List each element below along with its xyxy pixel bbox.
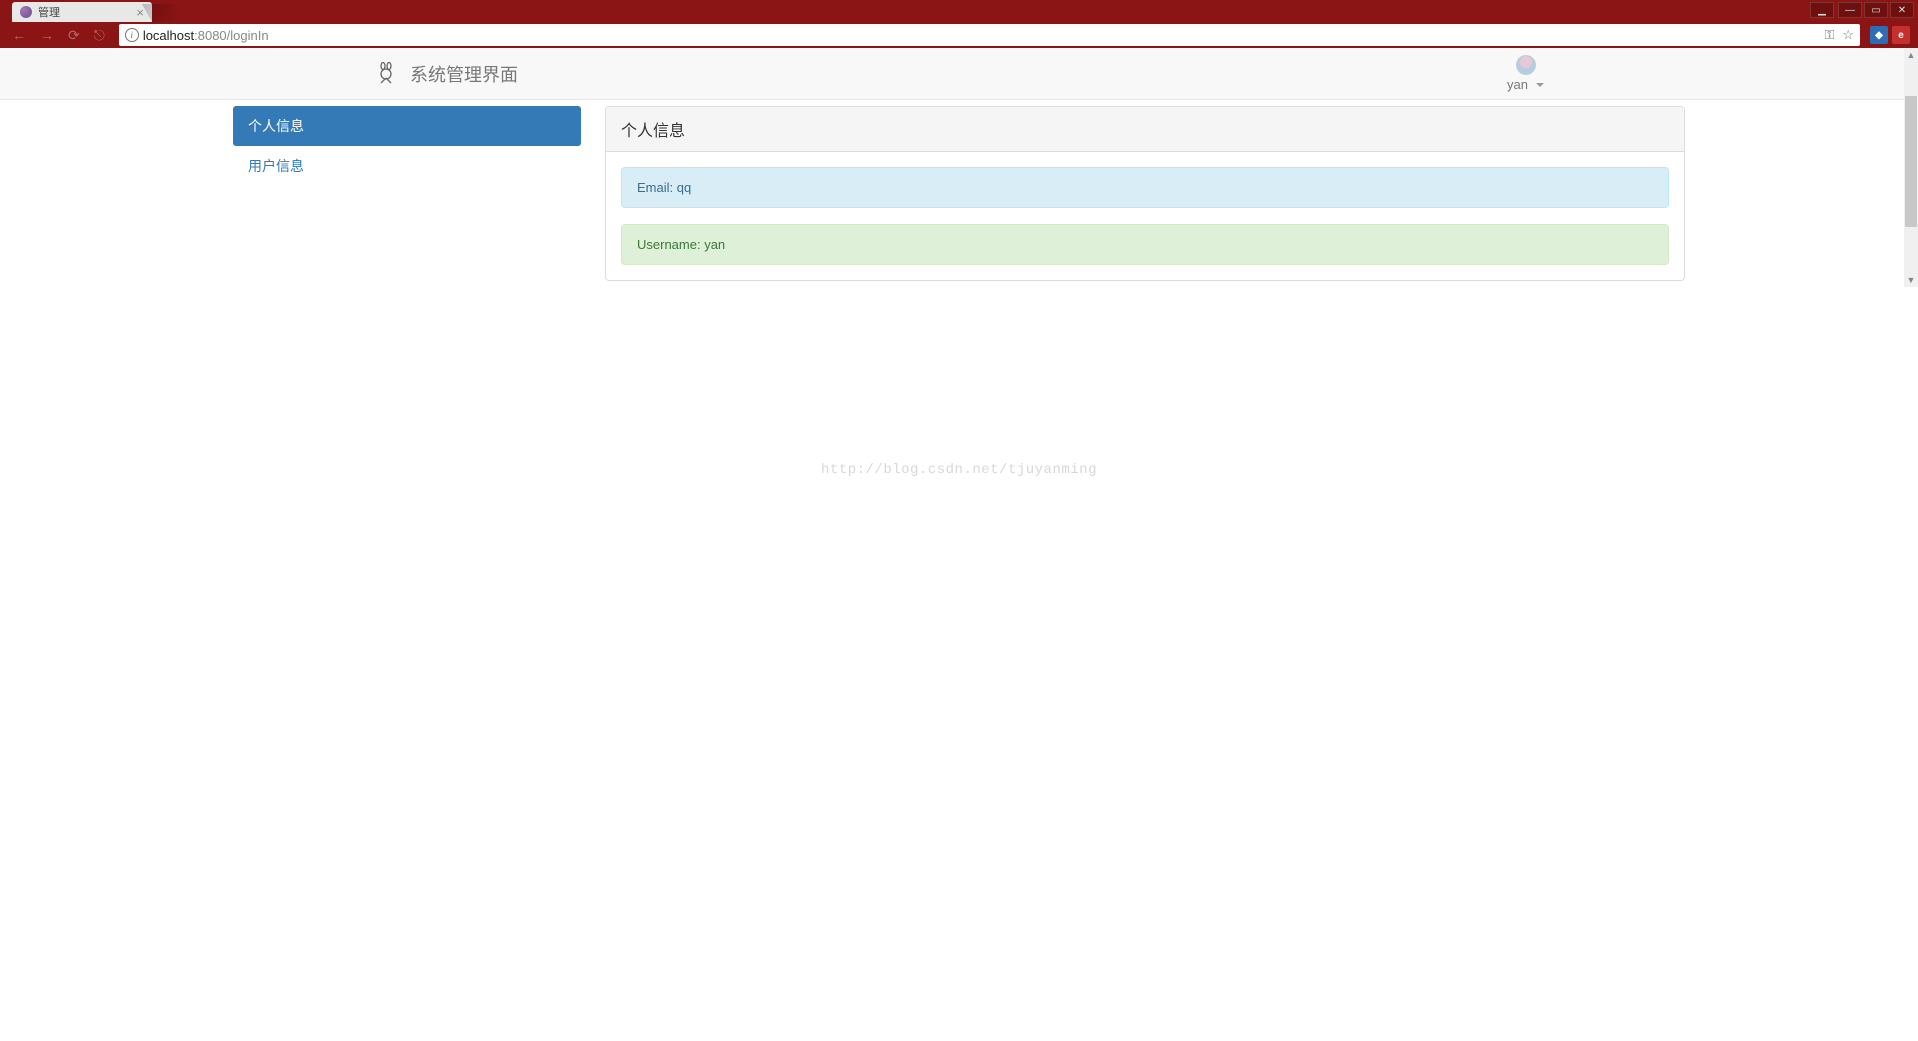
sidebar-item-label: 个人信息	[248, 118, 304, 134]
minimize-icon[interactable]: —	[1838, 2, 1862, 18]
user-window-icon[interactable]: ▁	[1810, 2, 1834, 18]
nav-icons: ← → ⟳ ⎋	[6, 27, 111, 44]
email-row: Email: qq	[621, 167, 1669, 208]
address-bar-row: ← → ⟳ ⎋ i localhost:8080/loginIn ⚿ ☆ ◆ e	[0, 22, 1918, 48]
extension-icon-2[interactable]: e	[1892, 26, 1910, 44]
user-name: yan	[1507, 77, 1528, 92]
window-controls: ▁ — ▭ ✕	[1810, 2, 1914, 18]
url-path: /loginIn	[227, 28, 269, 43]
tab-favicon-icon	[20, 6, 32, 18]
brand[interactable]: 系统管理界面	[374, 61, 518, 87]
brand-logo-icon	[374, 62, 398, 86]
extension-icon-1[interactable]: ◆	[1870, 26, 1888, 44]
top-navbar: 系统管理界面 yan	[0, 48, 1918, 100]
scroll-up-icon[interactable]: ▲	[1904, 48, 1918, 62]
reload-icon[interactable]: ⟳	[68, 27, 80, 44]
star-icon[interactable]: ☆	[1842, 27, 1854, 43]
sidebar: 个人信息 用户信息	[233, 106, 581, 281]
username-row: Username: yan	[621, 224, 1669, 265]
url-port: :8080	[194, 28, 227, 43]
home-icon[interactable]: ⎋	[94, 27, 105, 44]
sidebar-item-user-info[interactable]: 用户信息	[233, 146, 581, 186]
user-menu[interactable]: yan	[1507, 55, 1544, 92]
panel-title: 个人信息	[606, 107, 1684, 152]
info-panel: 个人信息 Email: qq Username: yan	[605, 106, 1685, 281]
key-icon[interactable]: ⚿	[1824, 27, 1834, 43]
forward-icon[interactable]: →	[40, 27, 54, 44]
main-content: 个人信息 Email: qq Username: yan	[605, 106, 1685, 281]
back-icon[interactable]: ←	[12, 27, 26, 44]
caret-down-icon	[1536, 83, 1544, 87]
close-window-icon[interactable]: ✕	[1890, 2, 1914, 18]
browser-tab[interactable]: 管理 ×	[12, 2, 152, 22]
sidebar-item-label: 用户信息	[248, 158, 304, 174]
url-text: localhost:8080/loginIn	[143, 28, 269, 43]
main-container: 个人信息 用户信息 个人信息 Email: qq Username: yan	[219, 100, 1699, 287]
scroll-down-icon[interactable]: ▼	[1904, 273, 1918, 287]
browser-chrome: 管理 × ▁ — ▭ ✕ ← → ⟳ ⎋ i localhost:8080/lo…	[0, 0, 1918, 48]
address-bar-right: ⚿ ☆	[1824, 27, 1854, 43]
maximize-icon[interactable]: ▭	[1864, 2, 1888, 18]
page-viewport: 系统管理界面 yan 个人信息 用户信息	[0, 48, 1918, 287]
site-info-icon[interactable]: i	[125, 28, 139, 42]
scrollbar-track[interactable]: ▲ ▼	[1904, 48, 1918, 287]
brand-title: 系统管理界面	[410, 61, 518, 87]
tab-title: 管理	[38, 4, 60, 20]
scrollbar-thumb[interactable]	[1905, 96, 1917, 227]
panel-body: Email: qq Username: yan	[606, 152, 1684, 280]
address-bar[interactable]: i localhost:8080/loginIn ⚿ ☆	[119, 24, 1860, 46]
extensions: ◆ e	[1868, 26, 1912, 44]
avatar-icon	[1516, 55, 1536, 75]
sidebar-item-personal-info[interactable]: 个人信息	[233, 106, 581, 146]
url-host: localhost	[143, 28, 194, 43]
watermark: http://blog.csdn.net/tjuyanming	[821, 462, 1097, 478]
tab-bar: 管理 × ▁ — ▭ ✕	[0, 0, 1918, 22]
